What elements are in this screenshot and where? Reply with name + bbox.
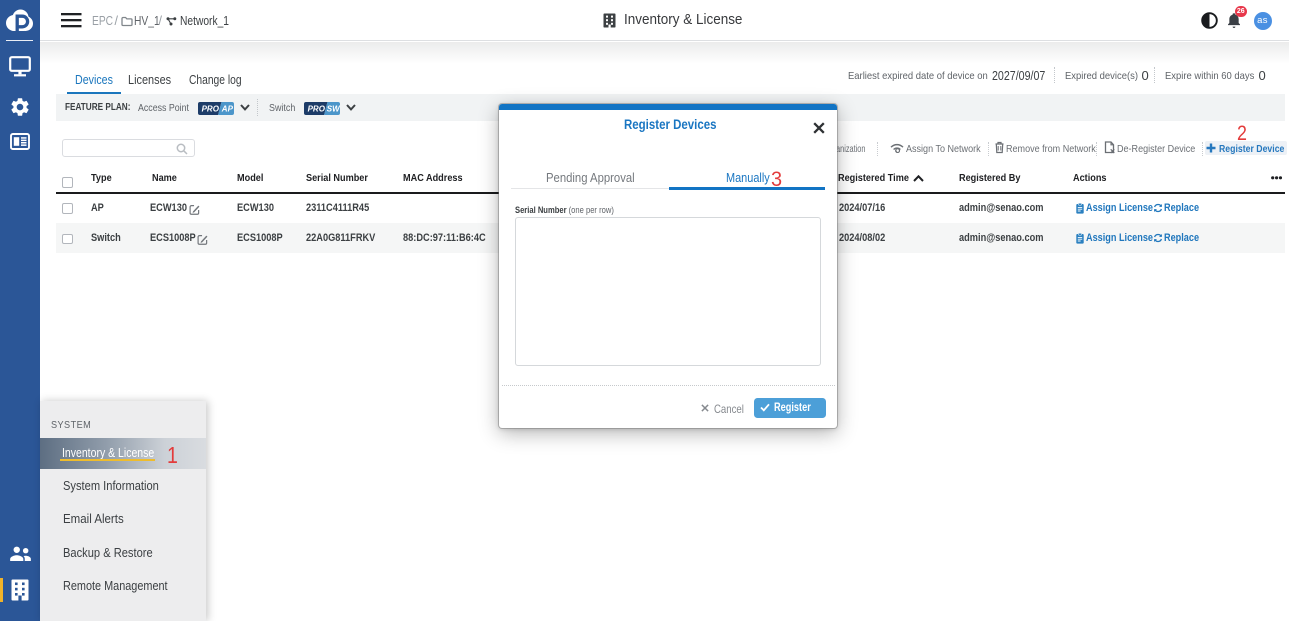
svg-text:AP: AP xyxy=(221,104,234,113)
svg-text:SW: SW xyxy=(327,104,340,113)
svg-text:PRO: PRO xyxy=(308,104,326,113)
svg-text:PRO: PRO xyxy=(202,104,220,113)
